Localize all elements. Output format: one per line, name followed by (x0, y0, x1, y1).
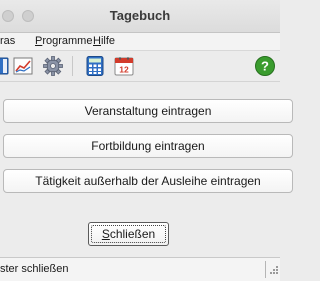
veranstaltung-eintragen-button[interactable]: Veranstaltung eintragen (3, 99, 293, 123)
calendar-day-text: 12 (119, 65, 129, 75)
help-icon[interactable]: ? (254, 55, 276, 77)
menu-extras[interactable]: ras (0, 35, 15, 47)
menu-programme[interactable]: Programme (35, 35, 92, 47)
taetigkeit-eintragen-button[interactable]: Tätigkeit außerhalb der Ausleihe eintrag… (3, 169, 293, 193)
help-glyph-text: ? (261, 59, 269, 74)
focus-ring (91, 225, 166, 243)
menu-hilfe[interactable]: Hilfe (93, 35, 115, 47)
fortbildung-eintragen-button[interactable]: Fortbildung eintragen (3, 134, 293, 158)
menu-bar: ras Programme Hilfe (0, 33, 280, 51)
chart-icon[interactable] (12, 55, 34, 77)
schliessen-button[interactable]: Schließen (88, 222, 169, 246)
toolbar-separator (72, 56, 73, 76)
button-label: Fortbildung eintragen (91, 139, 205, 153)
status-text: ster schließen (0, 263, 69, 275)
status-separator (265, 261, 266, 278)
resize-grip-icon[interactable] (270, 264, 280, 275)
calendar-icon[interactable]: 12 (113, 55, 135, 77)
gear-icon[interactable] (42, 55, 64, 77)
status-bar: ster schließen (0, 257, 280, 281)
book-icon[interactable] (0, 55, 11, 77)
title-bar: Tagebuch (0, 0, 280, 33)
button-label: Veranstaltung eintragen (84, 104, 212, 118)
calculator-icon[interactable] (84, 55, 106, 77)
window-title: Tagebuch (109, 8, 171, 23)
button-label: Tätigkeit außerhalb der Ausleihe eintrag… (35, 174, 261, 188)
toolbar: 12 ? (0, 51, 280, 82)
